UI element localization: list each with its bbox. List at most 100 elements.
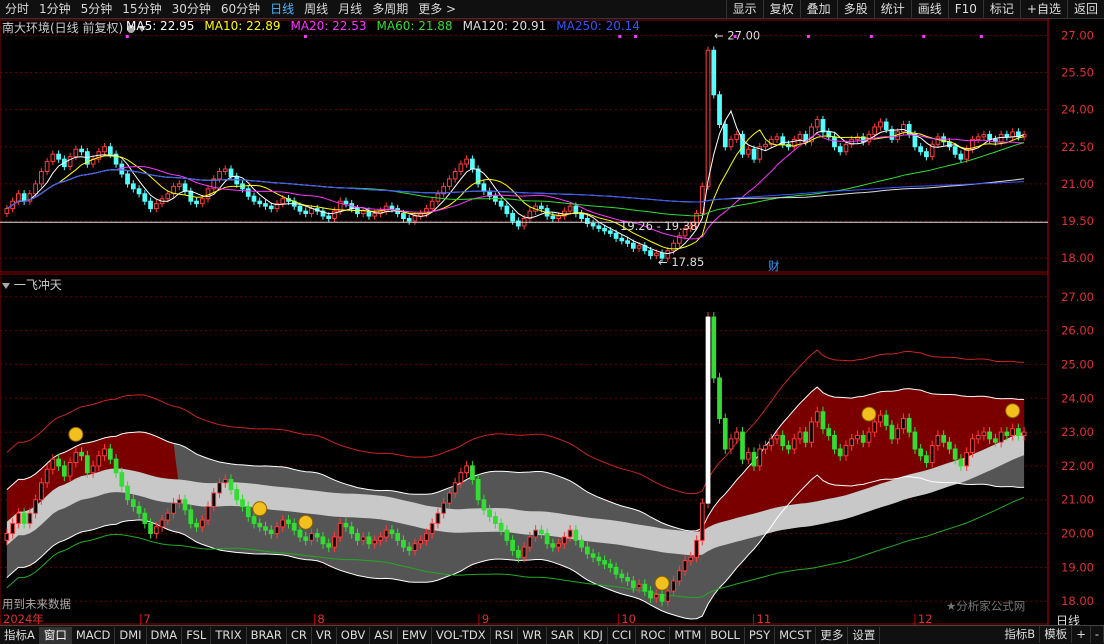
chevron-down-icon[interactable] <box>2 282 10 289</box>
toolbar-button-6[interactable]: F10 <box>947 0 983 18</box>
tab-timeframe-4[interactable]: 30分钟 <box>167 0 216 18</box>
candle-body <box>67 156 73 168</box>
sub-candle-body <box>975 434 981 440</box>
indicator-tab-8[interactable]: CR <box>287 626 312 644</box>
tab-timeframe-6[interactable]: 日线 <box>265 0 299 18</box>
indicator-tab-9[interactable]: VR <box>312 626 337 644</box>
sub-candle-body <box>309 533 314 541</box>
indicator-tab-24[interactable]: 更多 <box>816 626 849 644</box>
sub-indicator-title: 一飞冲天 <box>2 276 62 293</box>
toolbar-button-1[interactable]: 复权 <box>762 0 800 18</box>
bottom-indicator-tabs: 指标A 窗口 MACD DMI DMA FSL TRIX BRAR CR VR OBV ASI EMV V… <box>0 625 1104 644</box>
indicator-tab-15[interactable]: WR <box>518 626 547 644</box>
sub-candle-body <box>366 536 372 545</box>
sub-candle-body <box>412 543 418 551</box>
toolbar-button-2[interactable]: 叠加 <box>799 0 837 18</box>
sub-candle-body <box>998 431 1004 443</box>
indicator-tab-7[interactable]: BRAR <box>247 626 287 644</box>
sub-candle-body <box>688 556 694 562</box>
sub-candle-body <box>50 458 56 470</box>
sub-candle-body <box>159 519 165 528</box>
indicator-tab-16[interactable]: SAR <box>547 626 580 644</box>
sub-candle-body <box>424 533 429 541</box>
sub-candle-body <box>866 431 872 443</box>
indicator-tab-2[interactable]: MACD <box>72 626 116 644</box>
bottom-right-tab-3[interactable]: - <box>1091 626 1104 643</box>
indicator-tab-3[interactable]: DMI <box>115 626 147 644</box>
candle-body <box>56 153 61 160</box>
indicator-tab-0[interactable]: 指标A <box>0 626 40 644</box>
indicator-tab-17[interactable]: KDJ <box>579 626 608 644</box>
tab-timeframe-0[interactable]: 分时 <box>0 0 34 18</box>
indicator-tab-19[interactable]: ROC <box>636 626 671 644</box>
candle-body <box>837 146 843 153</box>
candle-body <box>303 210 309 215</box>
emoji-face-icon <box>861 406 877 422</box>
tab-timeframe-9[interactable]: 多周期 <box>367 0 413 18</box>
tab-timeframe-7[interactable]: 周线 <box>299 0 333 18</box>
candle-body <box>636 245 642 249</box>
tab-timeframe-2[interactable]: 5分钟 <box>76 0 118 18</box>
tab-timeframe-5[interactable]: 60分钟 <box>216 0 265 18</box>
sub-candle-body <box>61 465 67 477</box>
tab-timeframe-1[interactable]: 1分钟 <box>34 0 76 18</box>
candle-body <box>901 123 906 133</box>
toolbar-button-7[interactable]: 标记 <box>982 0 1020 18</box>
indicator-tab-14[interactable]: RSI <box>491 626 519 644</box>
sub-candle-body <box>56 458 61 467</box>
sub-candle-body <box>510 539 515 551</box>
indicator-tab-18[interactable]: CCI <box>608 626 637 644</box>
toolbar-button-4[interactable]: 统计 <box>873 0 911 18</box>
sub-candle-body <box>958 458 964 467</box>
sub-candle-body <box>291 522 297 531</box>
indicator-tab-22[interactable]: PSY <box>745 626 776 644</box>
indicator-tab-25[interactable]: 设置 <box>848 626 881 644</box>
indicator-tab-20[interactable]: MTM <box>670 626 707 644</box>
sub-candle-body <box>751 451 757 467</box>
axis-tick-label: 24.00 <box>1061 103 1094 117</box>
sub-candle-body <box>337 522 343 538</box>
indicator-tab-6[interactable]: TRIX <box>211 626 247 644</box>
indicator-tab-23[interactable]: MCST <box>775 626 817 644</box>
toolbar-button-0[interactable]: 显示 <box>725 0 763 18</box>
axis-tick-label: 21.00 <box>1061 493 1094 507</box>
sub-candle-body <box>642 583 648 592</box>
x-axis-label: 11 <box>757 612 772 625</box>
indicator-tab-11[interactable]: ASI <box>370 626 398 644</box>
toolbar-button-8[interactable]: +自选 <box>1019 0 1067 18</box>
toolbar-button-3[interactable]: 多股 <box>836 0 874 18</box>
candle-body <box>648 250 653 257</box>
sub-candle-body <box>584 546 590 555</box>
candle-body <box>33 183 38 195</box>
candle-body <box>504 205 510 215</box>
candle-body <box>50 153 56 163</box>
sub-candle-body <box>613 566 619 575</box>
tab-timeframe-8[interactable]: 月线 <box>333 0 367 18</box>
sub-candle-body <box>21 512 27 524</box>
indicator-tab-5[interactable]: FSL <box>182 626 212 644</box>
stock-title: 南大环境(日线 前复权) <box>2 19 147 36</box>
indicator-tab-4[interactable]: DMA <box>147 626 183 644</box>
indicator-tab-10[interactable]: OBV <box>337 626 371 644</box>
sub-candle-body <box>1021 431 1027 436</box>
candle-body <box>745 148 751 155</box>
indicator-tab-1[interactable]: 窗口 <box>39 626 72 644</box>
bottom-right-tab-1[interactable]: 模板 <box>1040 626 1073 643</box>
indicator-tab-12[interactable]: EMV <box>398 626 432 644</box>
sub-candle-body <box>245 506 251 518</box>
sub-candle-body <box>561 536 567 545</box>
bottom-right-tab-0[interactable]: 指标B <box>1000 626 1041 643</box>
indicator-tab-21[interactable]: BOLL <box>706 626 745 644</box>
sub-candle-body <box>567 529 573 538</box>
chart-area[interactable]: 27.00 25.50 24.00 22.50 21.00 19.50 18.00 27.00… <box>0 18 1104 625</box>
bottom-right-tab-2[interactable]: + <box>1072 626 1091 643</box>
candle-body <box>245 188 251 197</box>
toolbar-button-5[interactable]: 画线 <box>910 0 948 18</box>
candle-body <box>102 146 107 153</box>
indicator-tab-13[interactable]: VOL-TDX <box>432 626 491 644</box>
toolbar-button-9[interactable]: 返回 <box>1066 0 1104 18</box>
tab-timeframe-3[interactable]: 15分钟 <box>117 0 166 18</box>
sub-candle-body <box>102 448 107 457</box>
brand-watermark: ★分析家公式网 <box>946 599 1026 613</box>
tab-timeframe-10[interactable]: 更多 > <box>413 0 461 18</box>
